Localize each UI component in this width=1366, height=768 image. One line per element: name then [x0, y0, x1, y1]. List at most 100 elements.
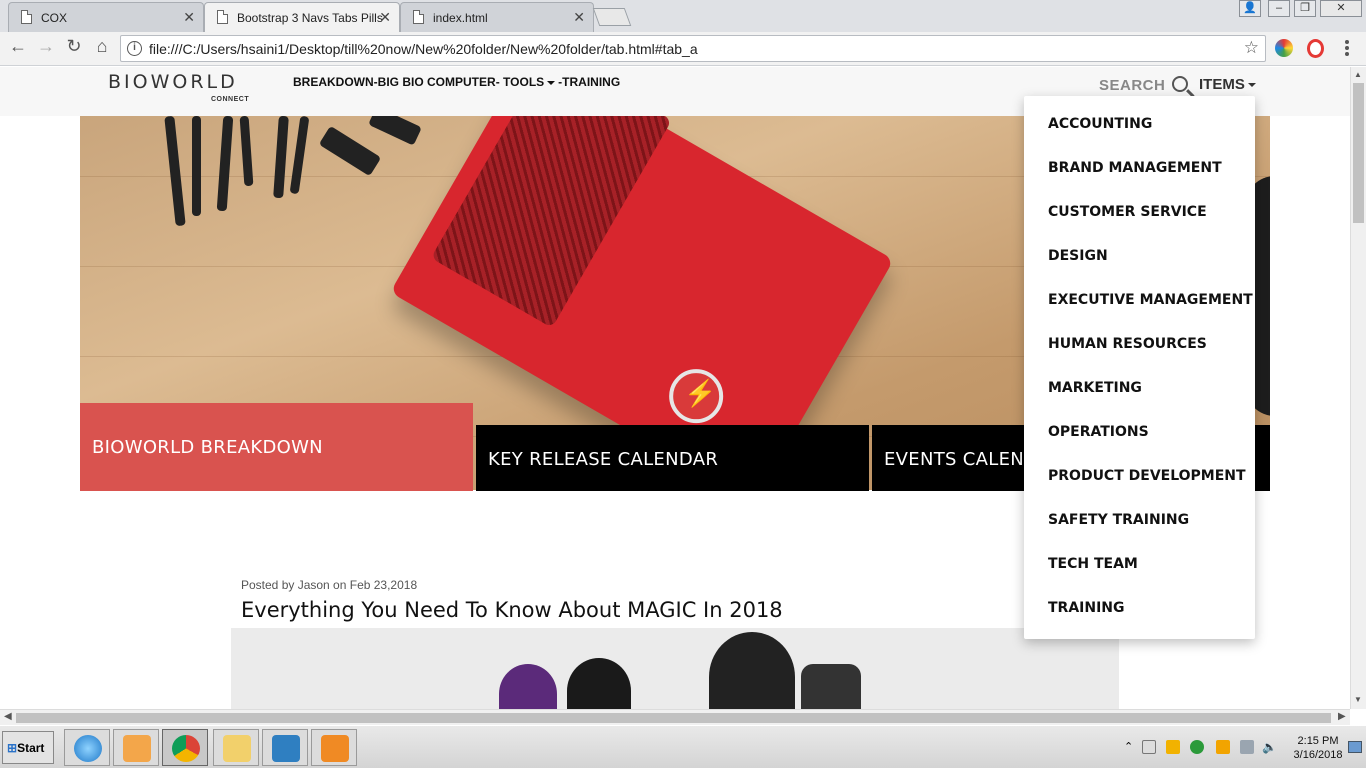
flag-icon[interactable]	[1142, 740, 1156, 754]
document-icon	[413, 10, 424, 24]
scrollbar-thumb[interactable]	[1353, 83, 1364, 223]
cable	[368, 116, 422, 146]
post-image[interactable]	[231, 628, 1119, 709]
items-dropdown-menu: ACCOUNTING BRAND MANAGEMENT CUSTOMER SER…	[1024, 96, 1255, 639]
nav-training[interactable]: TRAINING	[562, 75, 620, 89]
scroll-down-icon[interactable]: ▼	[1354, 695, 1362, 704]
dropdown-item-training[interactable]: TRAINING	[1024, 592, 1255, 636]
outlook-icon[interactable]	[311, 729, 357, 766]
search-icon[interactable]	[1172, 76, 1188, 92]
cable	[318, 125, 382, 177]
tab-index-html[interactable]: index.html ✕	[400, 2, 594, 32]
cosplayer	[567, 658, 631, 709]
clock-time: 2:15 PM	[1297, 735, 1339, 747]
minimize-icon[interactable]: –	[1268, 0, 1290, 17]
items-dropdown-toggle[interactable]: ITEMS	[1199, 76, 1259, 93]
volume-icon[interactable]: 🔈	[1262, 740, 1277, 754]
logo-sub: CONNECT	[211, 96, 250, 103]
opera-icon[interactable]	[1307, 39, 1324, 58]
app-tray-icon[interactable]	[1166, 740, 1180, 754]
star-icon[interactable]: ☆	[1244, 38, 1259, 58]
search-label[interactable]: SEARCH	[1099, 77, 1165, 94]
browser-tab-strip: COX ✕ Bootstrap 3 Navs Tabs Pills ✕ inde…	[0, 0, 1366, 32]
cosplayer-prop	[801, 664, 861, 709]
scrollbar-thumb[interactable]	[16, 713, 1331, 723]
scroll-up-icon[interactable]: ▲	[1354, 70, 1362, 79]
start-button[interactable]: ⊞Start	[2, 731, 54, 764]
items-label: ITEMS	[1199, 76, 1245, 93]
nav-tools[interactable]: TOOLS	[503, 75, 544, 89]
feature-label: BIOWORLD BREAKDOWN	[92, 437, 323, 458]
bioworld-logo[interactable]: BIOWORLD CONNECT	[108, 71, 249, 103]
restore-icon[interactable]: ❐	[1294, 0, 1316, 17]
start-label: Start	[17, 741, 45, 755]
nav-big-bio-computer[interactable]: BIG BIO COMPUTER	[378, 75, 496, 89]
dropdown-item-operations[interactable]: OPERATIONS	[1024, 416, 1255, 460]
caret-down-icon[interactable]	[547, 80, 556, 85]
caret-down-icon	[1247, 83, 1256, 88]
cable	[216, 116, 234, 212]
document-icon	[217, 10, 228, 24]
vertical-scrollbar[interactable]: ▲ ▼	[1350, 67, 1366, 709]
dropdown-item-product-development[interactable]: PRODUCT DEVELOPMENT	[1024, 460, 1255, 504]
dropdown-item-executive-management[interactable]: EXECUTIVE MANAGEMENT	[1024, 284, 1255, 328]
dropdown-item-marketing[interactable]: MARKETING	[1024, 372, 1255, 416]
info-icon[interactable]: i	[127, 41, 142, 56]
post-title[interactable]: Everything You Need To Know About MAGIC …	[241, 598, 783, 622]
scroll-right-icon[interactable]: ▶	[1338, 711, 1346, 722]
chrome-icon[interactable]	[162, 729, 208, 766]
dropdown-item-design[interactable]: DESIGN	[1024, 240, 1255, 284]
windows-taskbar: ⊞Start ⌃ 🔈 2:15 PM 3/16/2018	[0, 725, 1366, 768]
cosplayer	[709, 632, 795, 709]
post-meta: Posted by Jason on Feb 23,2018	[241, 578, 418, 592]
dropdown-item-safety-training[interactable]: SAFETY TRAINING	[1024, 504, 1255, 548]
internet-explorer-icon[interactable]	[64, 729, 110, 766]
window-close-icon[interactable]: ✕	[1320, 0, 1362, 17]
horizontal-scrollbar[interactable]: ◀ ▶	[0, 709, 1350, 725]
dropdown-item-customer-service[interactable]: CUSTOMER SERVICE	[1024, 196, 1255, 240]
feature-label: KEY RELEASE CALENDAR	[488, 449, 719, 470]
browser-toolbar: ← → ↻ ⌂ i file:///C:/Users/hsaini1/Deskt…	[0, 32, 1366, 66]
extension-icon[interactable]	[1275, 39, 1293, 57]
dropdown-item-human-resources[interactable]: HUMAN RESOURCES	[1024, 328, 1255, 372]
close-icon[interactable]: ✕	[379, 9, 391, 26]
menu-icon[interactable]	[1345, 40, 1349, 58]
tab-title: Bootstrap 3 Navs Tabs Pills	[237, 11, 383, 25]
scroll-left-icon[interactable]: ◀	[4, 711, 12, 722]
show-hidden-icons-icon[interactable]: ⌃	[1124, 740, 1138, 754]
tab-title: index.html	[433, 11, 488, 25]
main-nav-links: BREAKDOWN-BIG BIO COMPUTER- TOOLS -TRAINI…	[293, 75, 620, 89]
url-text[interactable]: file:///C:/Users/hsaini1/Desktop/till%20…	[149, 41, 698, 57]
media-player-icon[interactable]	[113, 729, 159, 766]
cable	[289, 116, 310, 195]
security-icon[interactable]	[1216, 740, 1230, 754]
feature-key-release-calendar[interactable]: KEY RELEASE CALENDAR	[476, 425, 869, 491]
dropdown-item-brand-management[interactable]: BRAND MANAGEMENT	[1024, 152, 1255, 196]
clock[interactable]: 2:15 PM 3/16/2018	[1288, 734, 1348, 762]
address-bar[interactable]: i file:///C:/Users/hsaini1/Desktop/till%…	[120, 35, 1266, 62]
forward-icon[interactable]: →	[34, 36, 58, 57]
tab-cox[interactable]: COX ✕	[8, 2, 204, 32]
lync-icon[interactable]	[262, 729, 308, 766]
close-icon[interactable]: ✕	[573, 9, 585, 26]
show-desktop-icon[interactable]	[1348, 741, 1362, 753]
tab-title: COX	[41, 11, 68, 25]
sync-icon[interactable]	[1190, 740, 1204, 754]
back-icon[interactable]: ←	[6, 36, 30, 57]
profile-icon[interactable]: 👤	[1239, 0, 1261, 17]
dropdown-item-tech-team[interactable]: TECH TEAM	[1024, 548, 1255, 592]
home-icon[interactable]: ⌂	[90, 36, 114, 57]
new-tab-button[interactable]	[592, 8, 632, 26]
file-explorer-icon[interactable]	[213, 729, 259, 766]
cable	[164, 116, 186, 227]
cosplayer	[499, 664, 557, 709]
tab-bootstrap-navs[interactable]: Bootstrap 3 Navs Tabs Pills ✕	[204, 2, 400, 32]
windows-logo-icon: ⊞	[7, 741, 18, 755]
system-tray: ⌃ 🔈	[1120, 729, 1280, 766]
nav-breakdown[interactable]: BREAKDOWN	[293, 75, 374, 89]
dropdown-item-accounting[interactable]: ACCOUNTING	[1024, 108, 1255, 152]
network-icon[interactable]	[1240, 740, 1254, 754]
reload-icon[interactable]: ↻	[62, 36, 86, 57]
close-icon[interactable]: ✕	[183, 9, 195, 26]
feature-bioworld-breakdown[interactable]: BIOWORLD BREAKDOWN	[80, 403, 473, 491]
